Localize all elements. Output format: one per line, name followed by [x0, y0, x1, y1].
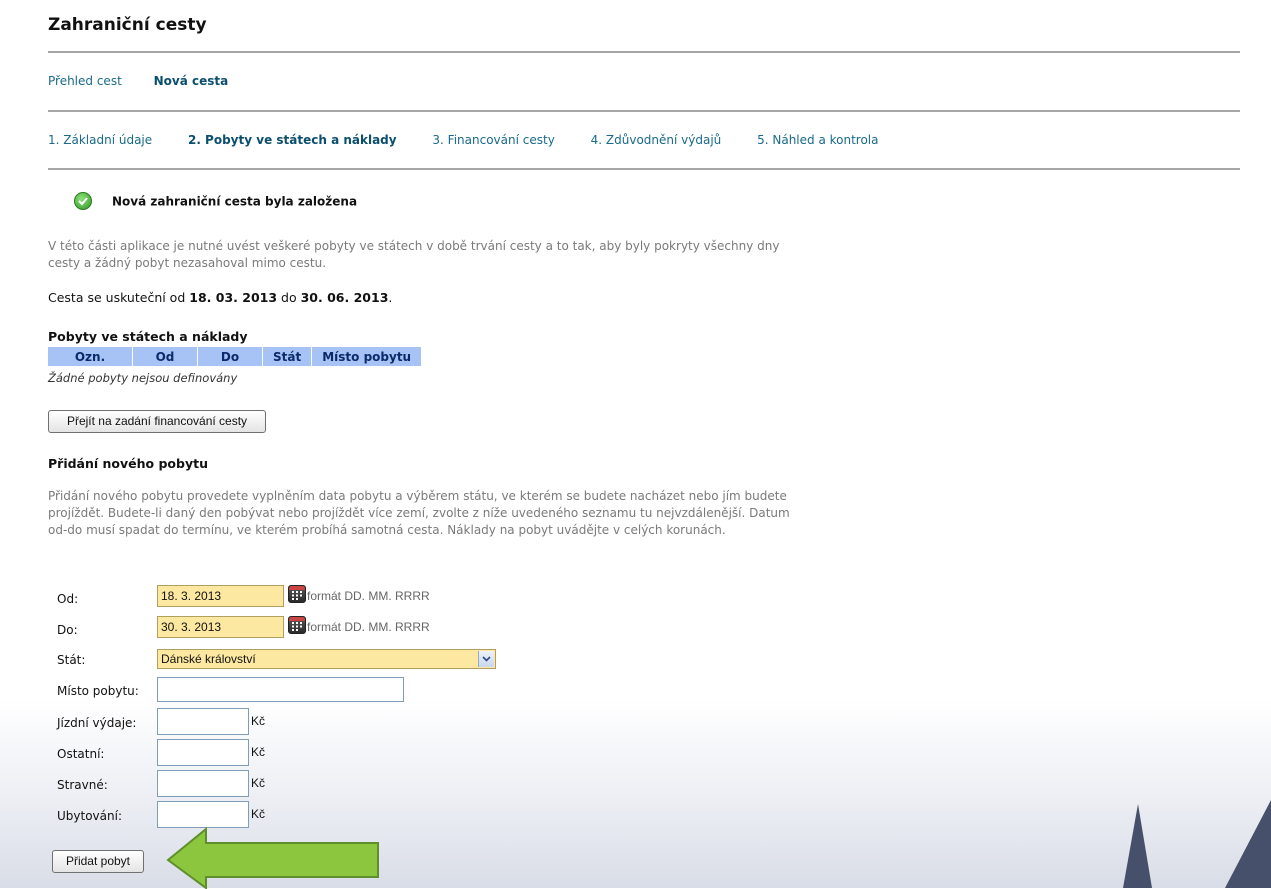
other-costs-input[interactable] [157, 739, 249, 766]
step-financing[interactable]: 3. Financování cesty [432, 133, 554, 147]
add-stay-button[interactable]: Přidat pobyt [52, 850, 144, 873]
wizard-steps: 1. Základní údaje 2. Pobyty ve státech a… [48, 133, 910, 147]
country-select[interactable]: Dánské království [157, 649, 496, 669]
add-stay-title: Přidání nového pobytu [48, 456, 208, 471]
step-justification[interactable]: 4. Zdůvodnění výdajů [591, 133, 722, 147]
success-notice: Nová zahraniční cesta byla založena [74, 192, 358, 211]
meals-input[interactable] [157, 770, 249, 797]
calendar-icon[interactable] [288, 585, 306, 603]
column-header-do: Do [197, 347, 263, 366]
trip-date-to: 30. 06. 2013 [300, 290, 389, 305]
lodging-label: Ubytování: [57, 809, 122, 823]
from-label: Od: [57, 592, 79, 606]
trip-date-from: 18. 03. 2013 [189, 290, 278, 305]
nav-trip-overview[interactable]: Přehled cest [48, 74, 122, 88]
date-to-input[interactable] [157, 616, 284, 638]
intro-text: V této části aplikace je nutné uvést veš… [48, 239, 780, 270]
currency-label: Kč [251, 745, 266, 759]
stays-table: Ozn. Od Do Stát Místo pobytu [48, 347, 423, 366]
green-arrow-left-icon [166, 827, 379, 889]
check-circle-icon [74, 192, 92, 210]
divider [48, 51, 1240, 53]
date-format-hint: formát DD. MM. RRRR [307, 589, 430, 603]
travel-costs-input[interactable] [157, 708, 249, 735]
step-preview[interactable]: 5. Náhled a kontrola [757, 133, 878, 147]
currency-label: Kč [251, 807, 266, 821]
calendar-icon[interactable] [288, 616, 306, 634]
step-stays-and-costs[interactable]: 2. Pobyty ve státech a náklady [188, 133, 397, 147]
divider [48, 110, 1240, 112]
page: Zahraniční cesty Přehled cest Nová cesta… [0, 0, 1271, 889]
empty-stays-message: Žádné pobyty nejsou definovány [48, 371, 238, 385]
lodging-input[interactable] [157, 801, 249, 828]
stays-section-title: Pobyty ve státech a náklady [48, 329, 248, 344]
column-header-stat: Stát [262, 347, 313, 366]
add-stay-help: Přidání nového pobytu provedete vyplnění… [48, 489, 790, 537]
currency-label: Kč [251, 714, 266, 728]
step-basic-info[interactable]: 1. Základní údaje [48, 133, 152, 147]
meals-label: Stravné: [57, 778, 108, 792]
date-format-hint: formát DD. MM. RRRR [307, 620, 430, 634]
column-header-od: Od [132, 347, 198, 366]
trip-dates-middle: do [281, 290, 297, 305]
currency-label: Kč [251, 776, 266, 790]
travel-costs-label: Jízdní výdaje: [57, 716, 137, 730]
to-label: Do: [57, 623, 78, 637]
page-title: Zahraniční cesty [48, 15, 207, 35]
place-label: Místo pobytu: [57, 684, 139, 698]
other-costs-label: Ostatní: [57, 747, 105, 761]
chevron-down-icon[interactable] [478, 651, 494, 667]
column-header-misto: Místo pobytu [311, 347, 423, 366]
place-input[interactable] [157, 677, 404, 702]
trip-dates-suffix: . [388, 290, 393, 305]
success-notice-text: Nová zahraniční cesta byla založena [112, 194, 358, 209]
date-from-input[interactable] [157, 585, 284, 607]
main-nav: Přehled cest Nová cesta [48, 74, 256, 88]
goto-financing-button[interactable]: Přejít na zadání financování cesty [48, 410, 266, 433]
country-select-value: Dánské království [161, 652, 256, 666]
trip-dates: Cesta se uskuteční od 18. 03. 2013 do 30… [48, 290, 392, 305]
trip-dates-prefix: Cesta se uskuteční od [48, 290, 186, 305]
country-label: Stát: [57, 653, 86, 667]
table-header-row: Ozn. Od Do Stát Místo pobytu [48, 347, 423, 366]
divider [48, 168, 1240, 170]
column-header-ozn: Ozn. [48, 347, 133, 366]
nav-new-trip[interactable]: Nová cesta [154, 74, 229, 88]
